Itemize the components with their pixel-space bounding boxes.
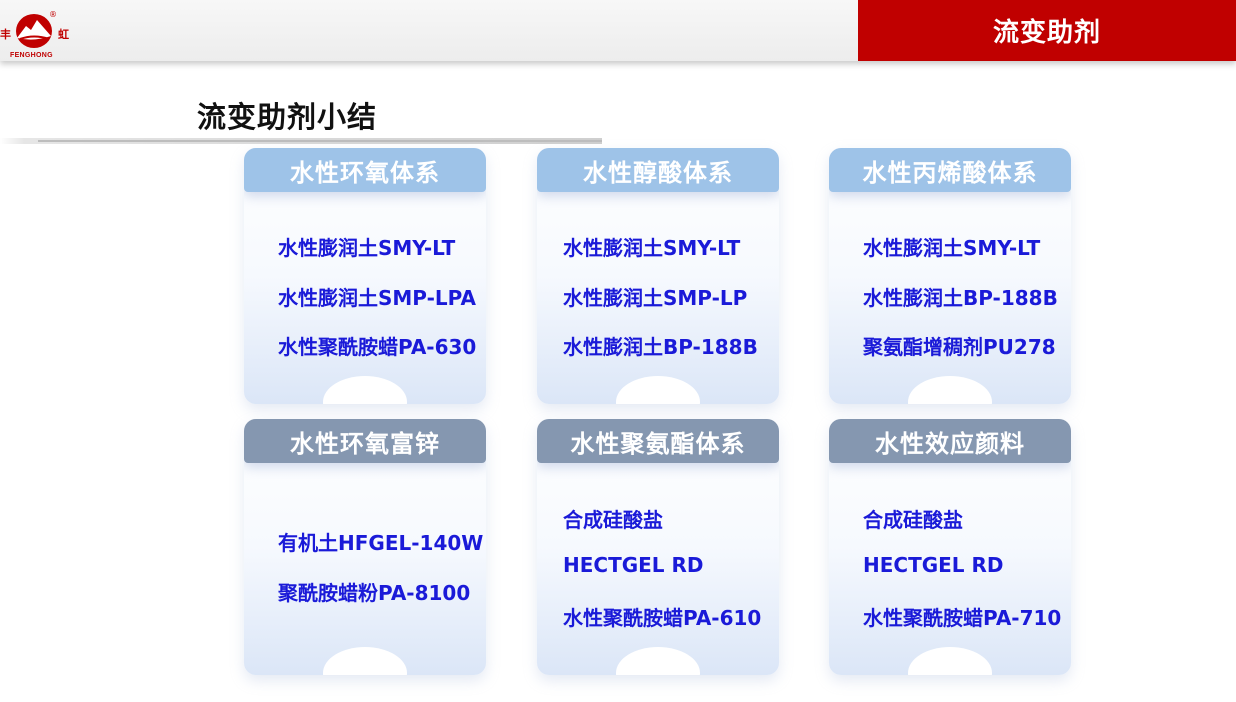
card-title: 水性环氧富锌 bbox=[244, 419, 486, 463]
logo-char-right: 虹 bbox=[58, 28, 69, 41]
card-item: 聚酰胺蜡粉PA-8100 bbox=[278, 581, 471, 605]
card-waterborne-alkyd: 水性醇酸体系 水性膨润土SMY-LT 水性膨润土SMP-LP 水性膨润土BP-1… bbox=[537, 148, 779, 404]
card-item: 水性膨润土SMP-LPA bbox=[278, 286, 476, 310]
card-notch bbox=[616, 376, 700, 404]
section-title-banner: 流变助剂 bbox=[858, 0, 1236, 61]
card-notch bbox=[908, 376, 992, 404]
card-title: 水性聚氨酯体系 bbox=[537, 419, 779, 463]
card-title: 水性效应颜料 bbox=[829, 419, 1071, 463]
card-item: 水性聚酰胺蜡PA-610 bbox=[563, 606, 762, 630]
card-item: 聚氨酯增稠剂PU278 bbox=[863, 335, 1056, 359]
card-notch bbox=[908, 647, 992, 675]
card-notch bbox=[323, 376, 407, 404]
card-waterborne-acrylic: 水性丙烯酸体系 水性膨润土SMY-LT 水性膨润土BP-188B 聚氨酯增稠剂P… bbox=[829, 148, 1071, 404]
card-waterborne-epoxy-zinc: 水性环氧富锌 有机土HFGEL-140W 聚酰胺蜡粉PA-8100 bbox=[244, 419, 486, 675]
card-item: 水性聚酰胺蜡PA-630 bbox=[278, 335, 477, 359]
card-notch bbox=[323, 647, 407, 675]
card-item: 合成硅酸盐 bbox=[563, 508, 663, 532]
card-waterborne-polyurethane: 水性聚氨酯体系 合成硅酸盐 HECTGEL RD 水性聚酰胺蜡PA-610 bbox=[537, 419, 779, 675]
card-waterborne-epoxy: 水性环氧体系 水性膨润土SMY-LT 水性膨润土SMP-LPA 水性聚酰胺蜡PA… bbox=[244, 148, 486, 404]
card-item: HECTGEL RD bbox=[863, 553, 1004, 577]
brand-logo: 丰 虹 ® FENGHONG bbox=[0, 8, 72, 62]
title-divider bbox=[0, 138, 602, 144]
logo-text: FENGHONG bbox=[10, 52, 53, 59]
logo-char-left: 丰 bbox=[0, 28, 11, 41]
section-title: 流变助剂 bbox=[992, 18, 1101, 48]
card-waterborne-effect-pigments: 水性效应颜料 合成硅酸盐 HECTGEL RD 水性聚酰胺蜡PA-710 bbox=[829, 419, 1071, 675]
card-item: 水性膨润土BP-188B bbox=[863, 286, 1058, 310]
card-notch bbox=[616, 647, 700, 675]
card-item: HECTGEL RD bbox=[563, 553, 704, 577]
card-item: 有机土HFGEL-140W bbox=[278, 531, 484, 555]
logo-registered-mark: ® bbox=[49, 10, 57, 19]
card-item: 水性膨润土SMP-LP bbox=[563, 286, 748, 310]
card-item: 水性膨润土SMY-LT bbox=[278, 236, 456, 260]
card-item: 水性膨润土BP-188B bbox=[563, 335, 758, 359]
page-title: 流变助剂小结 bbox=[197, 100, 378, 134]
card-item: 合成硅酸盐 bbox=[863, 508, 963, 532]
card-item: 水性膨润土SMY-LT bbox=[863, 236, 1041, 260]
card-title: 水性环氧体系 bbox=[244, 148, 486, 192]
card-item: 水性聚酰胺蜡PA-710 bbox=[863, 606, 1062, 630]
card-title: 水性醇酸体系 bbox=[537, 148, 779, 192]
card-title: 水性丙烯酸体系 bbox=[829, 148, 1071, 192]
card-item: 水性膨润土SMY-LT bbox=[563, 236, 741, 260]
